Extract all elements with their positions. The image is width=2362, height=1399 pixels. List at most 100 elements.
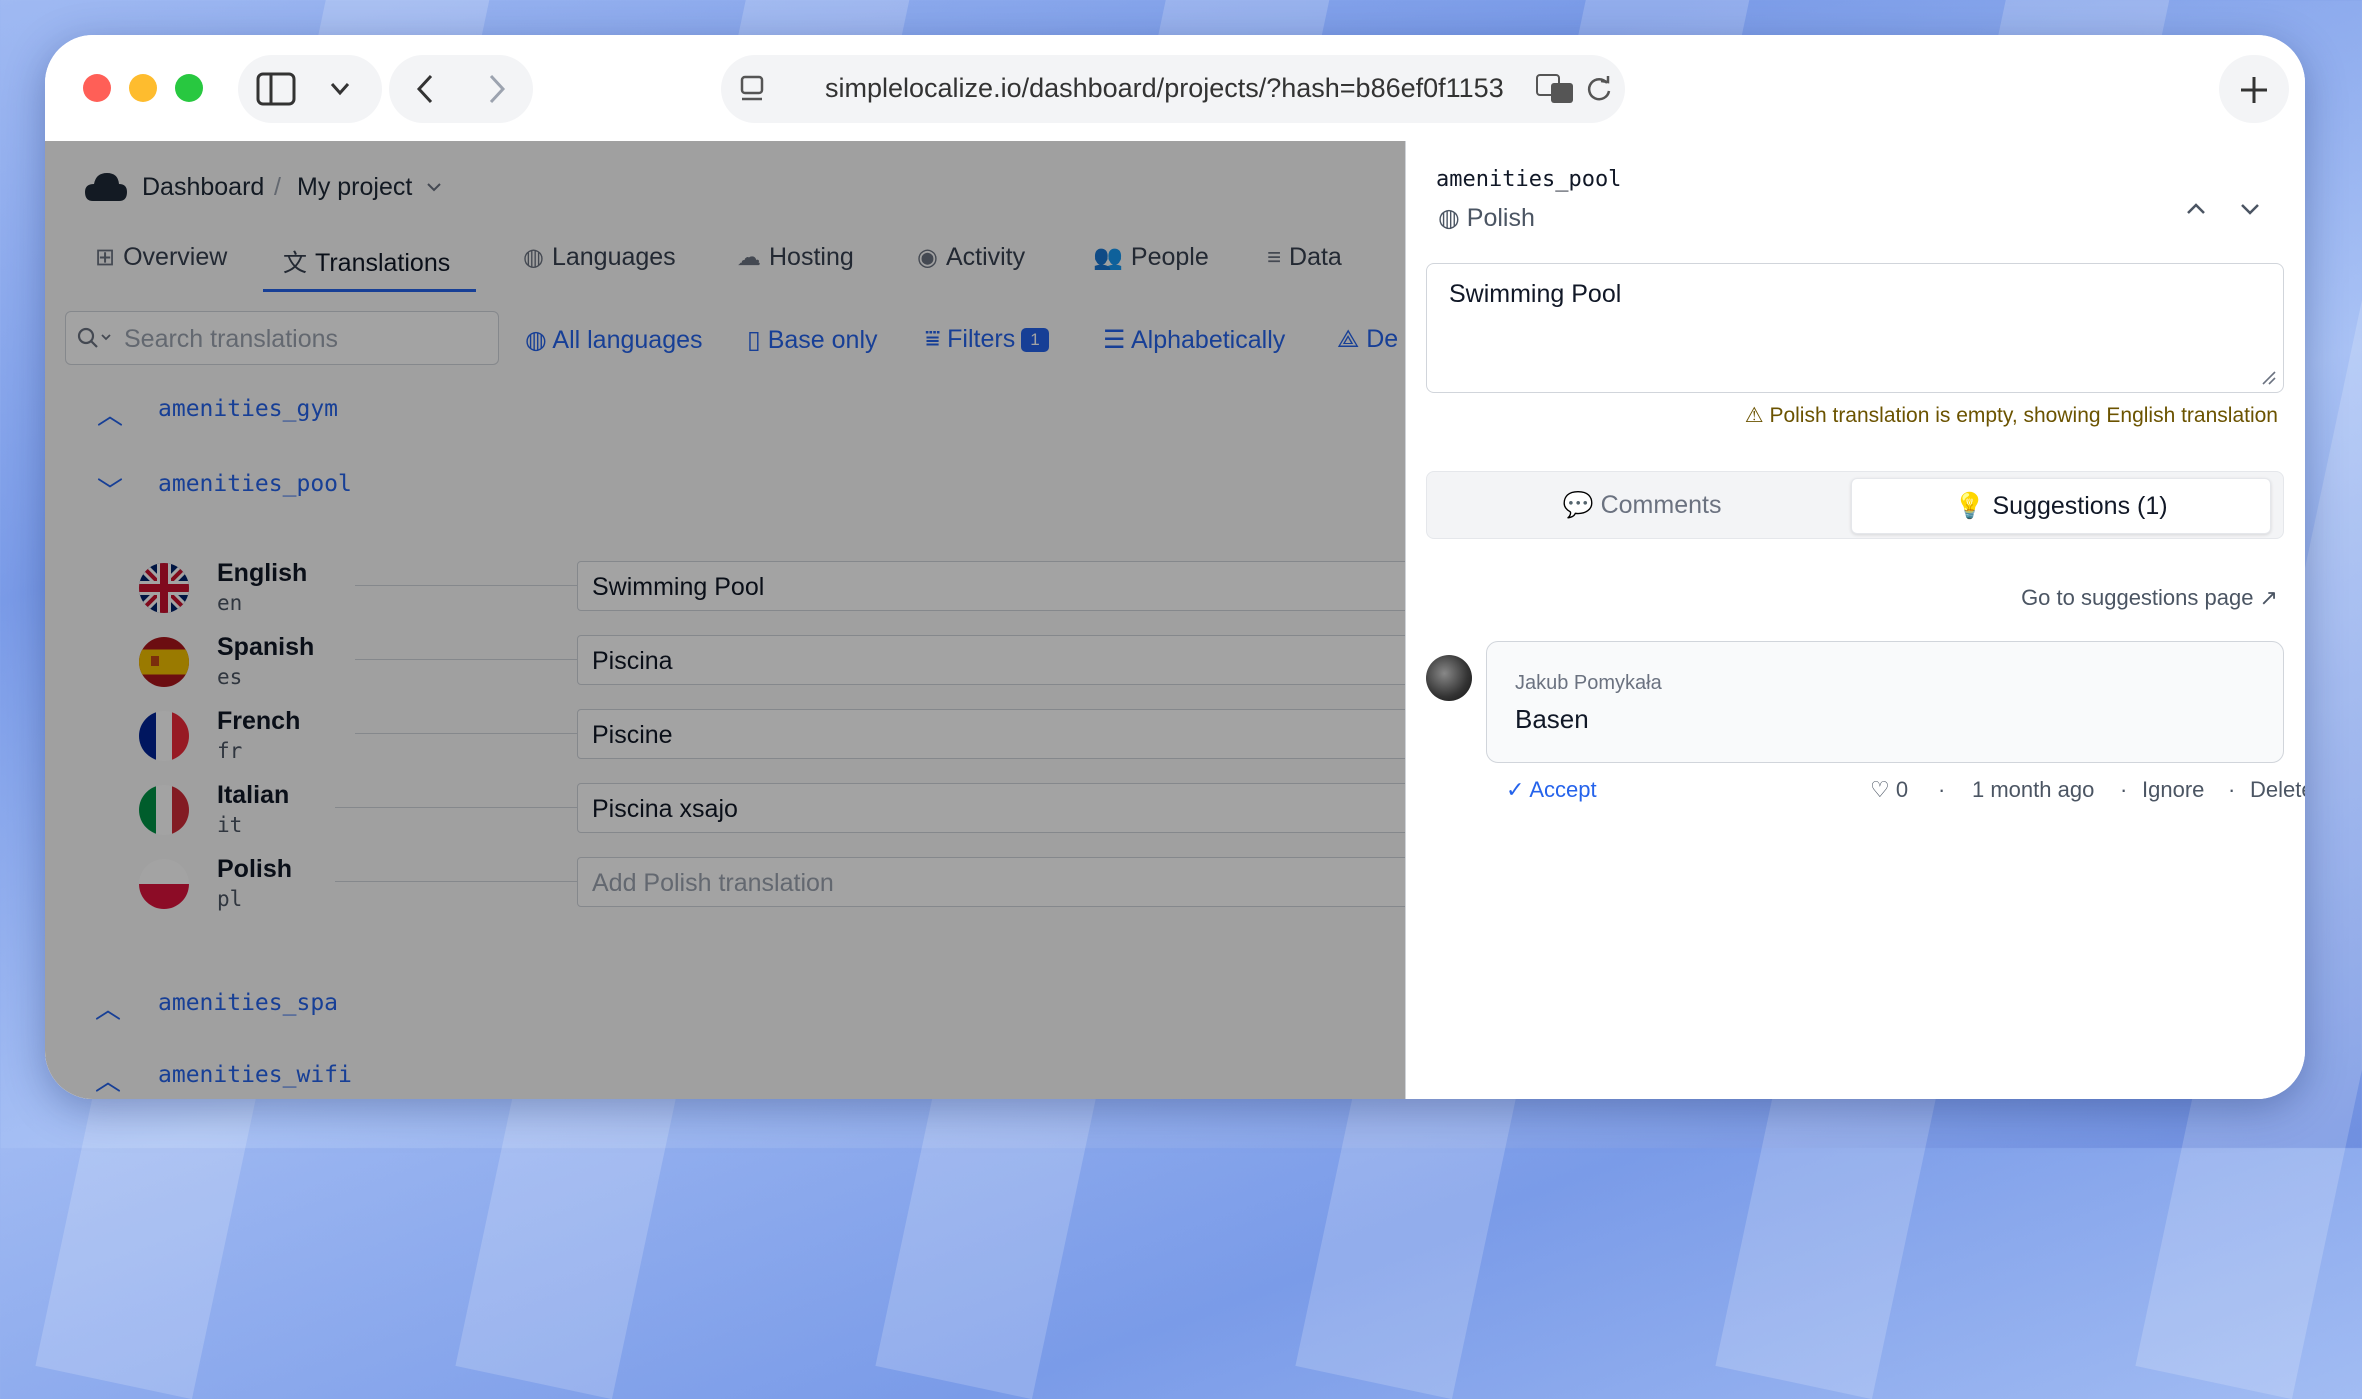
key-row-spa[interactable]: ︿ amenities_spa	[45, 969, 1405, 1042]
project-tabs: ⊞ Overview 文 Translations ◍ Languages ☁ Host…	[45, 233, 1405, 296]
language-row-french: French fr Piscine	[45, 697, 1405, 771]
tab-people[interactable]: 👥 People	[1093, 243, 1209, 293]
translations-toolbar: Search translations ◍ All languages ▯ Ba…	[45, 295, 1405, 376]
page-content: Dashboard / My project ⊞ Overview 文 Transl…	[45, 141, 2305, 1099]
language-row-english: English en Swimming Pool	[45, 549, 1405, 623]
url-text: simplelocalize.io/dashboard/projects/?ha…	[825, 73, 1504, 103]
forward-icon[interactable]	[485, 73, 509, 105]
filter-icon: ⩸	[925, 325, 948, 353]
close-window-button[interactable]	[83, 74, 111, 102]
translation-side-panel: amenities_pool ◍ Polish Swimming Pool ⚠ …	[1405, 141, 2305, 1099]
shapes-icon: ⟁	[1337, 325, 1367, 353]
globe-icon: ◍	[523, 244, 544, 271]
tab-languages[interactable]: ◍ Languages	[523, 243, 676, 293]
tab-data[interactable]: ≡ Data	[1267, 243, 1342, 293]
translation-textarea[interactable]: Swimming Pool	[1426, 263, 2284, 393]
tab-activity[interactable]: ◉ Activity	[917, 243, 1025, 293]
suggestion-time: 1 month ago	[1972, 777, 2095, 802]
suggestion-author: Jakub Pomykała	[1515, 672, 1662, 694]
language-list: English en Swimming Pool Spanish es Pisc…	[45, 541, 1405, 970]
search-icon	[77, 327, 111, 348]
translate-icon: 文	[283, 250, 307, 277]
tab-hosting[interactable]: ☁ Hosting	[737, 243, 854, 293]
check-icon: ✓	[1506, 777, 1530, 802]
polish-translation-input[interactable]: Add Polish translation	[577, 857, 1405, 907]
tab-comments[interactable]: 💬 Comments	[1433, 478, 1851, 532]
chevron-up-icon[interactable]: ︿	[95, 989, 121, 1026]
language-row-polish: Polish pl Add Polish translation	[45, 845, 1405, 919]
suggestion-text: Basen	[1515, 704, 1589, 734]
language-row-italian: Italian it Piscina xsajo	[45, 771, 1405, 845]
grid-icon: ⊞	[95, 244, 116, 271]
maximize-window-button[interactable]	[175, 74, 203, 102]
like-button[interactable]: ♡ 0	[1870, 777, 1908, 803]
poland-flag-icon	[139, 859, 189, 909]
go-to-suggestions-link[interactable]: Go to suggestions page ↗	[2021, 585, 2278, 611]
browser-window: simplelocalize.io/dashboard/projects/?ha…	[45, 35, 2305, 1099]
people-icon: 👥	[1093, 244, 1123, 271]
comment-icon: 💬	[1562, 491, 1601, 519]
tab-translations[interactable]: 文 Translations	[263, 243, 477, 292]
page-icon	[740, 75, 764, 101]
title-bar: simplelocalize.io/dashboard/projects/?ha…	[45, 35, 2305, 141]
italian-translation-input[interactable]: Piscina xsajo	[577, 783, 1405, 833]
delete-button[interactable]: Delete	[2250, 777, 2305, 803]
english-translation-input[interactable]: Swimming Pool	[577, 561, 1405, 611]
minimize-window-button[interactable]	[129, 74, 157, 102]
french-translation-input[interactable]: Piscine	[577, 709, 1405, 759]
chevron-up-icon[interactable]	[2184, 199, 2208, 219]
search-placeholder: Search translations	[124, 325, 339, 353]
panel-key-name: amenities_pool	[1436, 167, 1622, 192]
chevron-down-icon[interactable]	[328, 79, 352, 99]
sort-button[interactable]: ☰ Alphabetically	[1103, 325, 1285, 355]
globe-icon: ◍	[1438, 204, 1467, 232]
cloud-icon: ☁	[737, 244, 761, 271]
address-bar[interactable]: simplelocalize.io/dashboard/projects/?ha…	[721, 55, 1625, 123]
empty-translation-warning: ⚠ Polish translation is empty, showing E…	[1744, 404, 2278, 427]
reload-icon[interactable]	[1585, 75, 1613, 103]
chevron-down-icon[interactable]	[425, 181, 443, 195]
logo-cloud-icon	[85, 173, 127, 201]
translate-page-icon[interactable]	[1535, 73, 1575, 105]
italy-flag-icon	[139, 785, 189, 835]
heart-icon: ♡	[1870, 777, 1896, 802]
navigation-group	[389, 55, 533, 123]
search-input[interactable]: Search translations	[65, 311, 499, 365]
sidebar-icon[interactable]	[256, 72, 296, 106]
avatar	[1426, 655, 1472, 701]
breadcrumb-dashboard[interactable]: Dashboard	[142, 173, 264, 202]
breadcrumb-project[interactable]: My project	[297, 173, 412, 202]
suggestion-bulb-icon: 💡	[1954, 492, 1993, 520]
key-row-pool[interactable]: ﹀ amenities_pool	[45, 447, 1405, 542]
chevron-down-icon[interactable]: ﹀	[97, 471, 123, 508]
tab-overview[interactable]: ⊞ Overview	[95, 243, 227, 293]
spain-flag-icon	[139, 637, 189, 687]
spanish-translation-input[interactable]: Piscina	[577, 635, 1405, 685]
accept-button[interactable]: ✓ Accept	[1506, 777, 1597, 803]
broadcast-icon: ◉	[917, 244, 938, 271]
breadcrumb-separator: /	[274, 173, 281, 201]
filters-button[interactable]: ⩸ Filters 1	[925, 325, 1049, 354]
key-row-gym[interactable]: ︿ amenities_gym	[45, 375, 1405, 448]
chevron-down-icon[interactable]	[2238, 199, 2262, 219]
tab-suggestions[interactable]: 💡 Suggestions (1)	[1851, 478, 2271, 534]
chevron-up-icon[interactable]: ︿	[97, 395, 123, 432]
all-languages-button[interactable]: ◍ All languages	[525, 325, 703, 355]
resize-handle-icon[interactable]	[2259, 368, 2277, 386]
translations-view: Dashboard / My project ⊞ Overview 文 Transl…	[45, 141, 1405, 1099]
database-icon: ≡	[1267, 244, 1282, 271]
plus-icon	[2241, 77, 2267, 103]
uk-flag-icon	[139, 563, 189, 613]
ignore-button[interactable]: Ignore	[2142, 777, 2204, 803]
back-icon[interactable]	[413, 73, 437, 105]
new-tab-button[interactable]	[2219, 55, 2289, 123]
key-row-wifi[interactable]: ︿ amenities_wifi	[45, 1041, 1405, 1099]
more-options-button[interactable]: ⟁ De	[1337, 325, 1398, 354]
france-flag-icon	[139, 711, 189, 761]
language-row-spanish: Spanish es Piscina	[45, 623, 1405, 697]
panel-language[interactable]: ◍ Polish	[1438, 203, 1535, 233]
base-only-button[interactable]: ▯ Base only	[747, 325, 878, 355]
chevron-up-icon[interactable]: ︿	[95, 1061, 121, 1098]
filters-count-badge: 1	[1021, 328, 1049, 352]
suggestion-card: Jakub Pomykała Basen	[1486, 641, 2284, 763]
